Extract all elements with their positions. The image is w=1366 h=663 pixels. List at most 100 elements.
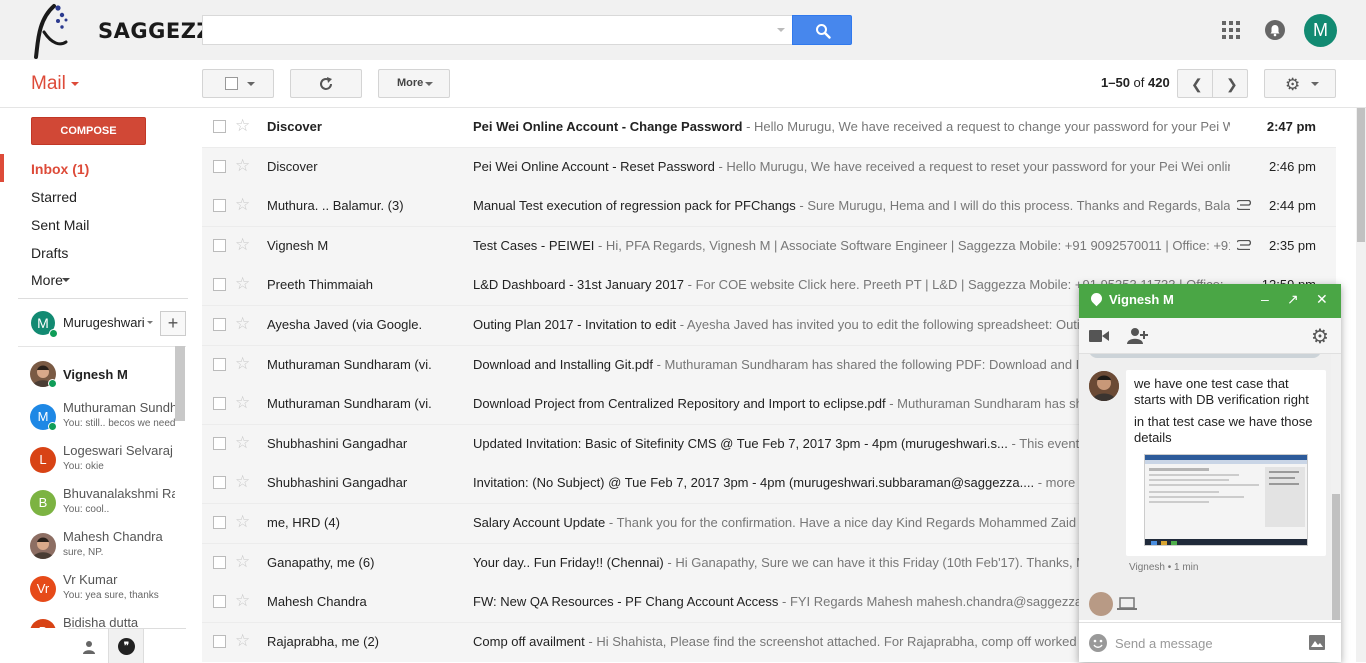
- star-icon[interactable]: ☆: [235, 195, 250, 215]
- email-sender: Muthuraman Sundharam (vi.: [267, 357, 432, 372]
- email-row-checkbox[interactable]: [213, 437, 226, 450]
- image-mountain-icon: [1311, 641, 1323, 647]
- sidebar-item-inbox[interactable]: Inbox (1): [31, 161, 89, 177]
- email-row-checkbox[interactable]: [213, 120, 226, 133]
- contact-name: Mahesh Chandra: [63, 529, 163, 544]
- video-call-icon[interactable]: [1089, 329, 1109, 343]
- star-icon[interactable]: ☆: [235, 116, 250, 136]
- mail-switcher-caret-icon[interactable]: [71, 82, 79, 86]
- star-icon[interactable]: ☆: [235, 354, 250, 374]
- hangouts-contact[interactable]: M Muthuraman Sundharam You: still.. becos …: [18, 398, 178, 438]
- email-snippet: - Hi Ganapathy, Sure we can have it this…: [663, 555, 1088, 570]
- email-row-checkbox[interactable]: [213, 397, 226, 410]
- email-subject: L&D Dashboard - 31st January 2017: [473, 277, 685, 292]
- star-icon[interactable]: ☆: [235, 235, 250, 255]
- compose-button[interactable]: COMPOSE: [31, 117, 146, 145]
- apps-grid-icon[interactable]: [1222, 21, 1240, 39]
- attached-screenshot-thumbnail[interactable]: [1144, 454, 1308, 546]
- email-row-checkbox[interactable]: [213, 278, 226, 291]
- email-sender: Discover: [267, 119, 322, 134]
- close-icon[interactable]: ✕: [1316, 291, 1328, 308]
- hangouts-contact[interactable]: L Logeswari Selvaraj You: okie: [18, 441, 178, 481]
- email-subject: Pei Wei Online Account - Change Password: [473, 119, 743, 134]
- saggezza-logo[interactable]: SAGGEZZA: [32, 2, 228, 60]
- star-icon[interactable]: ☆: [235, 393, 250, 413]
- email-row-checkbox[interactable]: [213, 358, 226, 371]
- contact-avatar-letter: L: [39, 452, 47, 467]
- star-icon[interactable]: ☆: [235, 274, 250, 294]
- star-icon[interactable]: ☆: [235, 314, 250, 334]
- star-icon[interactable]: ☆: [235, 591, 250, 611]
- email-snippet: - FYI Regards Mahesh mahesh.chandra@sagg…: [778, 594, 1093, 609]
- contacts-scrollbar[interactable]: [175, 346, 185, 421]
- hangouts-contact[interactable]: Mahesh Chandra sure, NP.: [18, 527, 178, 567]
- newer-page-button[interactable]: ❮: [1177, 69, 1213, 98]
- sidebar-item-drafts[interactable]: Drafts: [31, 245, 68, 261]
- hangouts-contact[interactable]: B Bidisha dutta: [18, 613, 178, 628]
- contact-name: Bidisha dutta: [63, 615, 139, 628]
- new-conversation-button[interactable]: +: [160, 311, 186, 336]
- send-message-input[interactable]: [1115, 633, 1295, 653]
- refresh-button[interactable]: [290, 69, 362, 98]
- more-actions-button[interactable]: More: [378, 69, 450, 98]
- email-row[interactable]: ☆ Discover Pei Wei Online Account - Change…: [202, 108, 1336, 148]
- minimize-icon[interactable]: –: [1261, 291, 1269, 307]
- contacts-person-icon[interactable]: [82, 640, 96, 654]
- notifications-bell-icon[interactable]: [1265, 20, 1285, 40]
- star-icon[interactable]: ☆: [235, 472, 250, 492]
- add-person-icon[interactable]: [1126, 327, 1148, 344]
- chat-header[interactable]: Vignesh M – ↗ ✕: [1079, 284, 1341, 318]
- search-input[interactable]: [202, 15, 792, 45]
- mail-app-switcher[interactable]: Mail: [31, 73, 66, 95]
- star-icon[interactable]: ☆: [235, 552, 250, 572]
- older-page-button[interactable]: ❯: [1212, 69, 1248, 98]
- star-icon[interactable]: ☆: [235, 433, 250, 453]
- search-button[interactable]: [792, 15, 852, 45]
- email-subject: Download and Installing Git.pdf: [473, 357, 653, 372]
- email-sender: Shubhashini Gangadhar: [267, 475, 408, 490]
- email-row[interactable]: ☆ Muthura. .. Balamur. (3) Manual Test exe…: [202, 187, 1336, 227]
- chat-message-area: we have one test case that starts with D…: [1079, 354, 1331, 620]
- hangouts-contact[interactable]: Vr Vr Kumar You: yea sure, thanks: [18, 570, 178, 610]
- hangouts-tab[interactable]: ❞: [108, 629, 144, 663]
- star-icon[interactable]: ☆: [235, 631, 250, 651]
- email-row-checkbox[interactable]: [213, 516, 226, 529]
- hangouts-status-caret-icon[interactable]: [147, 321, 153, 324]
- send-image-icon[interactable]: [1309, 635, 1325, 650]
- email-row-checkbox[interactable]: [213, 160, 226, 173]
- email-row-checkbox[interactable]: [213, 239, 226, 252]
- contact-last-message: sure, NP.: [63, 547, 104, 558]
- star-icon[interactable]: ☆: [235, 156, 250, 176]
- email-row-checkbox[interactable]: [213, 199, 226, 212]
- email-subject: Updated Invitation: Basic of Sitefinity …: [473, 436, 1008, 451]
- email-row-checkbox[interactable]: [213, 556, 226, 569]
- sidebar-item-sent-mail[interactable]: Sent Mail: [31, 217, 89, 233]
- emoji-icon[interactable]: [1089, 634, 1107, 652]
- select-all-button[interactable]: [202, 69, 274, 98]
- sidebar-item-starred[interactable]: Starred: [31, 189, 77, 205]
- hangouts-contact[interactable]: Vignesh M: [18, 355, 178, 395]
- popout-icon[interactable]: ↗: [1287, 291, 1299, 308]
- contact-name: Muthuraman Sundharam: [63, 400, 175, 415]
- star-icon[interactable]: ☆: [235, 512, 250, 532]
- email-row-checkbox[interactable]: [213, 318, 226, 331]
- chat-scrollbar[interactable]: [1331, 354, 1341, 620]
- settings-button[interactable]: ⚙: [1264, 69, 1336, 98]
- email-row[interactable]: ☆ Discover Pei Wei Online Account - Reset …: [202, 148, 1336, 188]
- chat-scrollbar-thumb[interactable]: [1332, 494, 1340, 620]
- search-options-caret-icon[interactable]: [777, 28, 785, 32]
- chat-settings-gear-icon[interactable]: ⚙: [1311, 324, 1329, 349]
- email-row-checkbox[interactable]: [213, 595, 226, 608]
- hangouts-my-name[interactable]: Murugeshwari: [63, 315, 145, 330]
- account-avatar[interactable]: M: [1304, 14, 1337, 47]
- hangouts-contact[interactable]: B Bhuvanalakshmi Ra You: cool..: [18, 484, 178, 524]
- main-scrollbar-thumb[interactable]: [1357, 108, 1365, 242]
- select-all-checkbox[interactable]: [225, 77, 238, 90]
- more-labels-caret-icon[interactable]: [62, 278, 70, 282]
- chat-title[interactable]: Vignesh M: [1109, 292, 1174, 307]
- email-row-checkbox[interactable]: [213, 476, 226, 489]
- main-scrollbar[interactable]: [1356, 108, 1366, 662]
- sidebar-item-more[interactable]: More: [31, 272, 63, 288]
- email-row-checkbox[interactable]: [213, 635, 226, 648]
- email-row[interactable]: ☆ Vignesh M Test Cases - PEIWEI - Hi, PFA …: [202, 227, 1336, 267]
